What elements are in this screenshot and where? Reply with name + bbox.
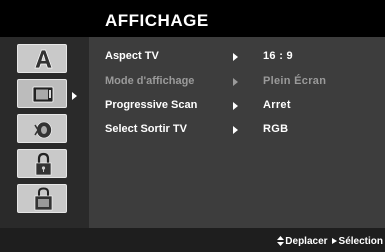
setting-display-mode: Mode d'affichage [105,75,195,87]
setting-tv-output-value: RGB [263,123,289,135]
active-tab-pointer [72,92,77,100]
tab-audio[interactable] [17,114,67,143]
arrow-right-icon [233,78,238,86]
setting-tv-output[interactable]: Select Sortir TV [105,123,187,135]
category-sidebar [0,37,89,228]
setting-display-mode-value: Plein Écran [263,75,327,87]
audio-icon [34,121,52,139]
right-arrow-icon [331,238,337,245]
arrow-right-icon [233,102,238,110]
help-hints: Deplacer Sélection [277,236,383,247]
arrow-right-icon [233,53,238,61]
up-down-icon [277,236,285,247]
menu-title: AFFICHAGE [105,11,209,30]
tab-lock[interactable] [17,149,67,178]
setting-progressive-scan-value: Arret [263,99,291,111]
tab-display[interactable] [17,79,67,108]
arrow-right-icon [233,126,238,134]
tab-others[interactable] [17,184,67,213]
setting-progressive-scan[interactable]: Progressive Scan [105,99,197,111]
lock-icon [35,152,52,176]
setting-aspect-tv[interactable]: Aspect TV [105,50,159,62]
osd-menu: AFFICHAGE Aspect TV 16: 9 Mode d'affich… [0,0,385,252]
tab-language[interactable] [17,44,67,73]
select-hint: Sélection [338,236,383,247]
move-hint: Deplacer [285,236,328,247]
display-icon [32,86,54,103]
setting-aspect-tv-value: 16 : 9 [263,50,293,62]
others-icon [34,187,53,211]
language-icon [34,49,53,69]
